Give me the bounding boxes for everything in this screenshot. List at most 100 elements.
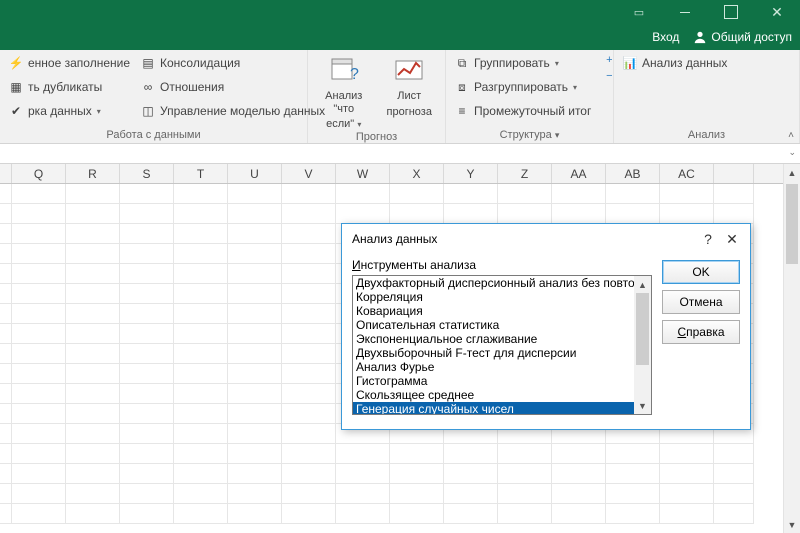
column-header[interactable]: Y: [444, 164, 498, 183]
cell[interactable]: [12, 244, 66, 264]
cell[interactable]: [12, 464, 66, 484]
listbox-item[interactable]: Двухфакторный дисперсионный анализ без п…: [353, 276, 634, 290]
cell[interactable]: [444, 464, 498, 484]
cell[interactable]: [174, 244, 228, 264]
corner-cell[interactable]: [0, 164, 12, 183]
cell[interactable]: [0, 184, 12, 204]
cell[interactable]: [282, 424, 336, 444]
minimize-button[interactable]: [662, 0, 708, 24]
cell[interactable]: [12, 484, 66, 504]
signin-link[interactable]: Вход: [652, 30, 679, 44]
cell[interactable]: [228, 304, 282, 324]
cell[interactable]: [120, 304, 174, 324]
cell[interactable]: [12, 364, 66, 384]
cell[interactable]: [228, 184, 282, 204]
cell[interactable]: [120, 424, 174, 444]
cell[interactable]: [120, 484, 174, 504]
cell[interactable]: [66, 464, 120, 484]
cell[interactable]: [228, 204, 282, 224]
cell[interactable]: [12, 184, 66, 204]
cell[interactable]: [120, 284, 174, 304]
cell[interactable]: [120, 384, 174, 404]
cell[interactable]: [66, 404, 120, 424]
cell[interactable]: [66, 384, 120, 404]
cell[interactable]: [336, 184, 390, 204]
cell[interactable]: [336, 484, 390, 504]
cell[interactable]: [12, 504, 66, 524]
cell[interactable]: [444, 484, 498, 504]
data-analysis-button[interactable]: 📊Анализ данных: [622, 52, 727, 74]
cell[interactable]: [0, 404, 12, 424]
cell[interactable]: [66, 244, 120, 264]
cell[interactable]: [282, 184, 336, 204]
flash-fill-button[interactable]: ⚡енное заполнение: [8, 52, 130, 74]
cell[interactable]: [228, 244, 282, 264]
listbox-item[interactable]: Генерация случайных чисел: [353, 402, 634, 415]
cell[interactable]: [606, 484, 660, 504]
cell[interactable]: [282, 224, 336, 244]
cell[interactable]: [174, 304, 228, 324]
cell[interactable]: [174, 364, 228, 384]
cell[interactable]: [174, 184, 228, 204]
cell[interactable]: [0, 464, 12, 484]
cell[interactable]: [282, 264, 336, 284]
cell[interactable]: [552, 504, 606, 524]
cell[interactable]: [12, 444, 66, 464]
cell[interactable]: [174, 224, 228, 244]
cell[interactable]: [120, 364, 174, 384]
cell[interactable]: [66, 324, 120, 344]
cell[interactable]: [0, 504, 12, 524]
ribbon-display-options-button[interactable]: ▭: [616, 0, 662, 24]
cell[interactable]: [552, 464, 606, 484]
cell[interactable]: [282, 344, 336, 364]
cell[interactable]: [606, 204, 660, 224]
dialog-close-button[interactable]: ✕: [720, 231, 744, 248]
scroll-thumb[interactable]: [636, 293, 649, 365]
cell[interactable]: [714, 484, 754, 504]
cell[interactable]: [120, 464, 174, 484]
cell[interactable]: [282, 284, 336, 304]
cell[interactable]: [174, 444, 228, 464]
cell[interactable]: [552, 184, 606, 204]
cell[interactable]: [390, 444, 444, 464]
cell[interactable]: [660, 444, 714, 464]
cell[interactable]: [498, 184, 552, 204]
cell[interactable]: [228, 384, 282, 404]
cell[interactable]: [66, 224, 120, 244]
scroll-down-icon[interactable]: ▼: [634, 397, 651, 414]
cell[interactable]: [0, 364, 12, 384]
dialog-titlebar[interactable]: Анализ данных ? ✕: [342, 224, 750, 254]
scroll-down-button[interactable]: ▼: [784, 516, 800, 533]
cell[interactable]: [0, 204, 12, 224]
cell[interactable]: [120, 504, 174, 524]
cell[interactable]: [66, 284, 120, 304]
cell[interactable]: [0, 264, 12, 284]
cell[interactable]: [714, 204, 754, 224]
cell[interactable]: [606, 184, 660, 204]
cell[interactable]: [174, 264, 228, 284]
cell[interactable]: [0, 284, 12, 304]
cell[interactable]: [66, 204, 120, 224]
cell[interactable]: [120, 244, 174, 264]
column-header[interactable]: R: [66, 164, 120, 183]
cell[interactable]: [714, 504, 754, 524]
cell[interactable]: [0, 244, 12, 264]
cell[interactable]: [0, 484, 12, 504]
cell[interactable]: [12, 304, 66, 324]
cell[interactable]: [66, 484, 120, 504]
cell[interactable]: [390, 204, 444, 224]
cell[interactable]: [228, 464, 282, 484]
cell[interactable]: [228, 324, 282, 344]
cell[interactable]: [174, 384, 228, 404]
help-button[interactable]: Справка: [662, 320, 740, 344]
collapse-ribbon-button[interactable]: ˄: [788, 130, 794, 141]
cell[interactable]: [120, 444, 174, 464]
cell[interactable]: [120, 264, 174, 284]
cell[interactable]: [120, 224, 174, 244]
cell[interactable]: [390, 484, 444, 504]
cell[interactable]: [552, 204, 606, 224]
cell[interactable]: [606, 504, 660, 524]
cell[interactable]: [336, 504, 390, 524]
cell[interactable]: [444, 504, 498, 524]
ungroup-button[interactable]: ⧈Разгруппировать ▾: [454, 76, 591, 98]
